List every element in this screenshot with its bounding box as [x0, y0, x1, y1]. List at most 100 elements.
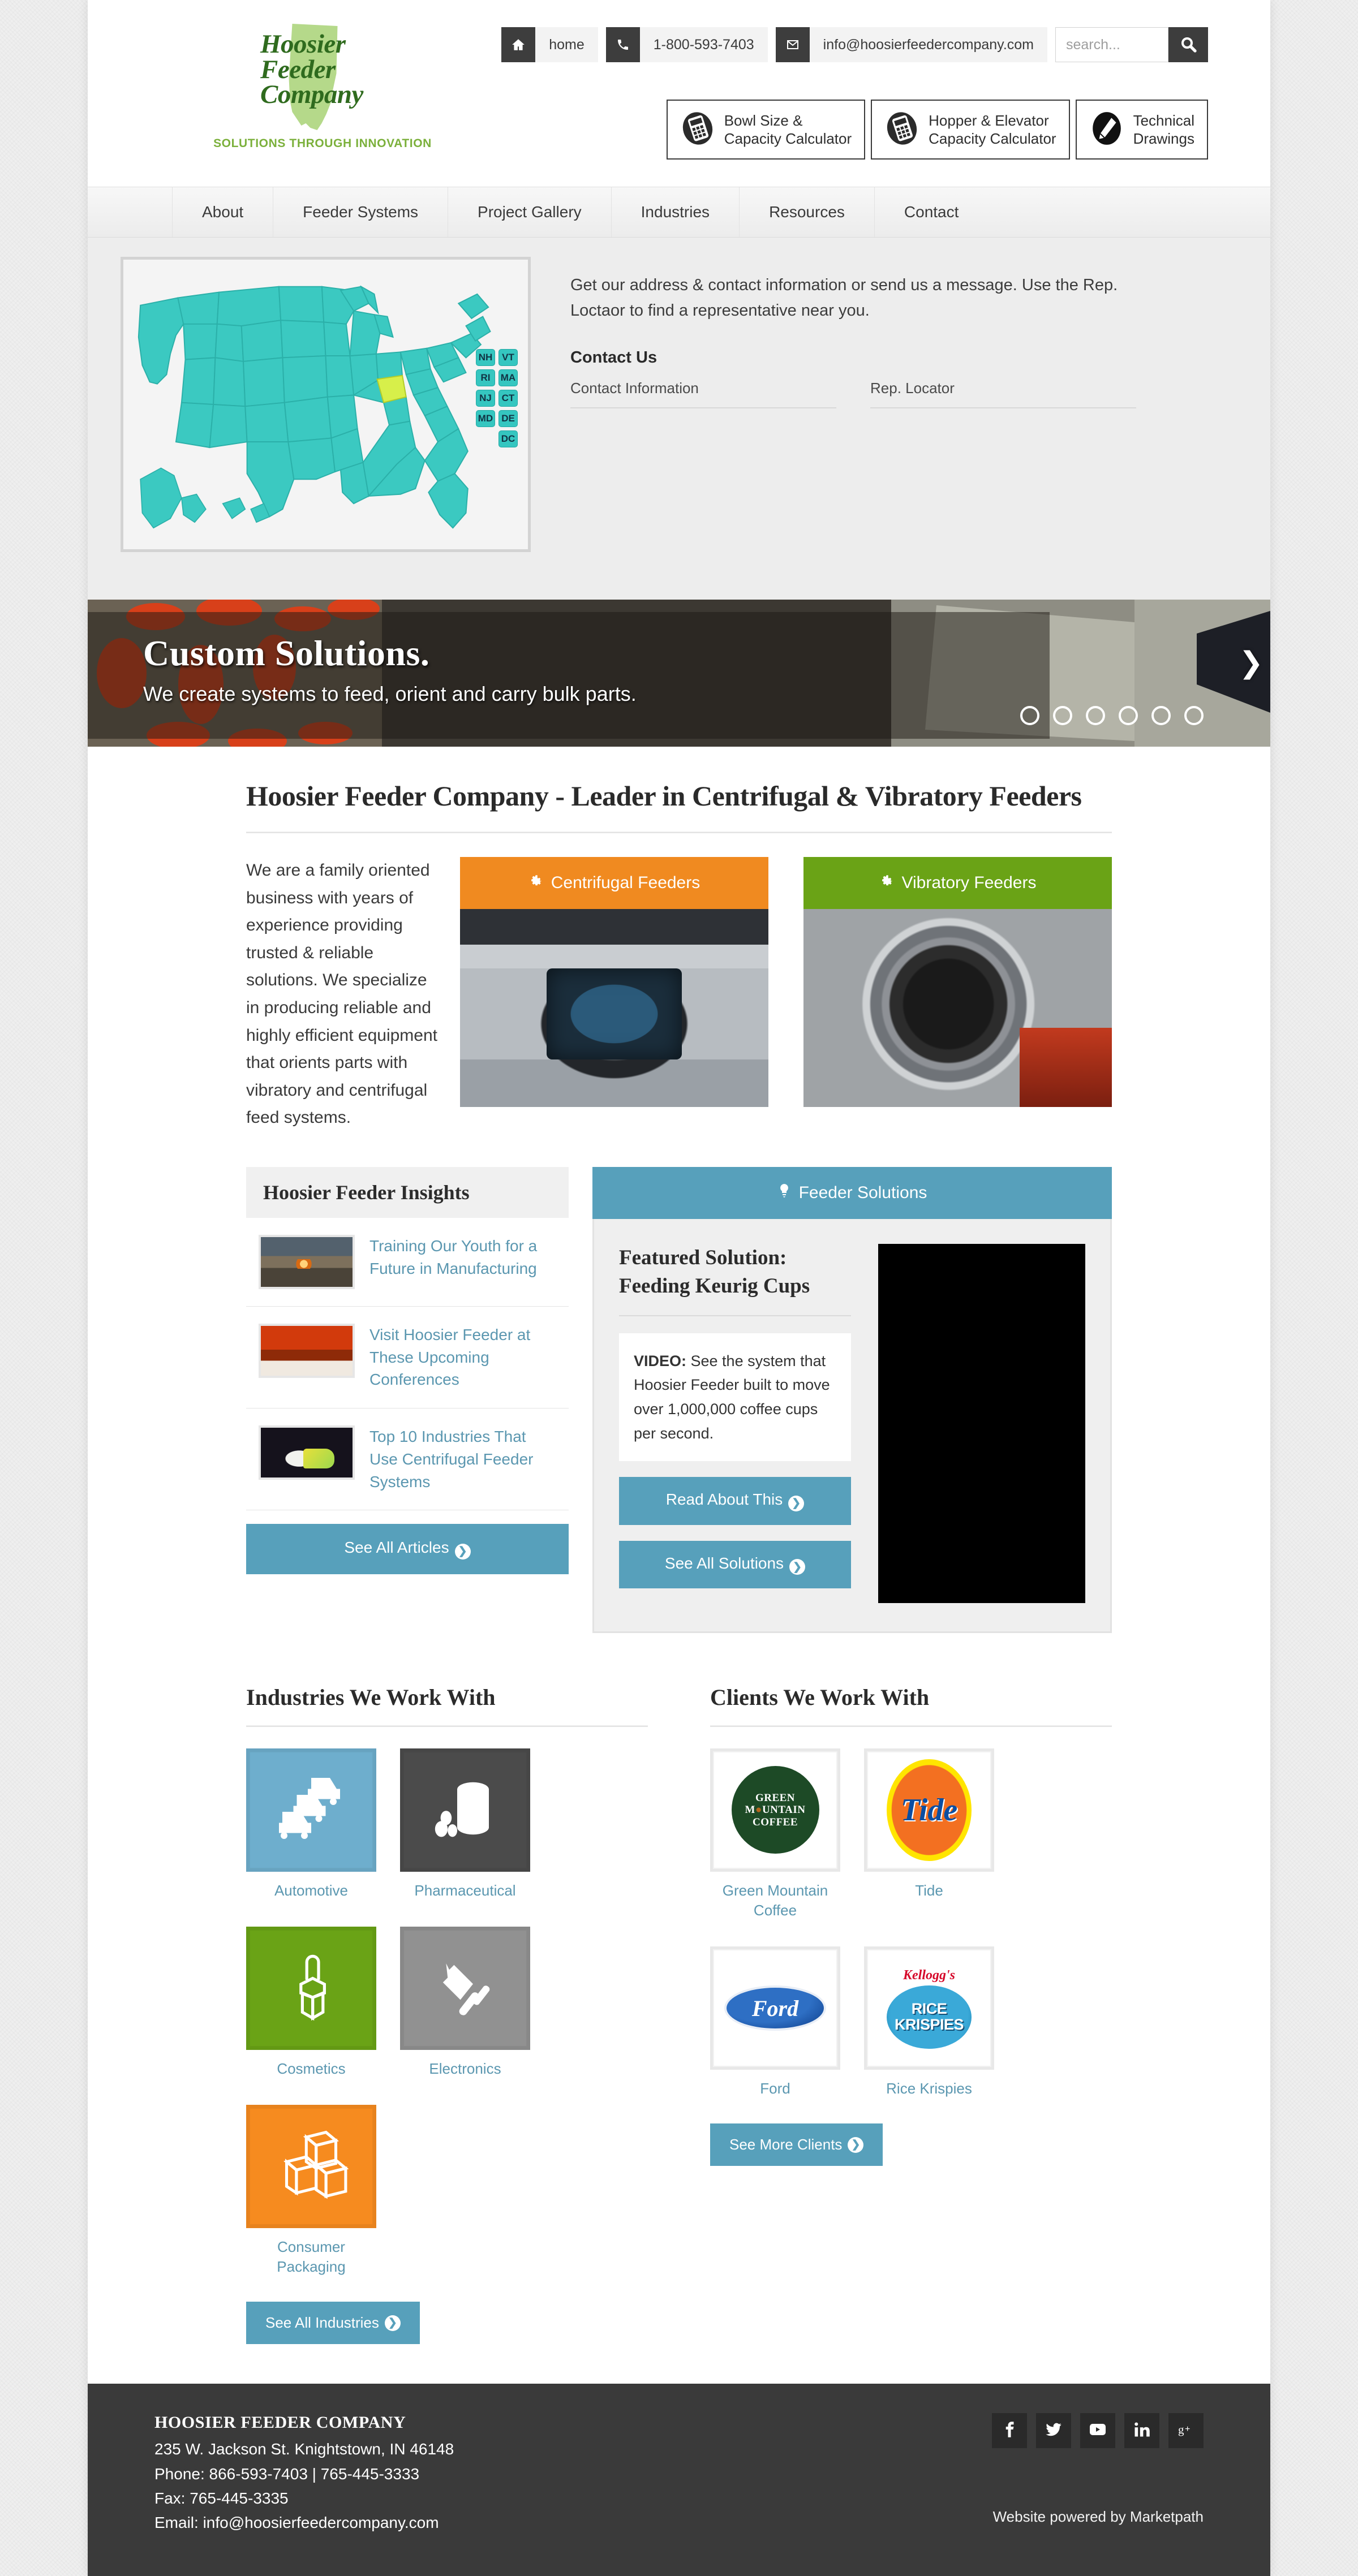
- industries-section: Industries We Work With Automotive Pharm…: [246, 1684, 648, 2345]
- solution-video-note: VIDEO: See the system that Hoosier Feede…: [619, 1333, 851, 1462]
- industry-tile-box[interactable]: [400, 1927, 530, 2051]
- link-rep-locator[interactable]: Rep. Locator: [870, 380, 1136, 408]
- clients-divider: [710, 1725, 1112, 1727]
- googleplus-link[interactable]: g +: [1168, 2413, 1204, 2449]
- svg-text:+: +: [1185, 2424, 1190, 2434]
- nav-item-project-gallery[interactable]: Project Gallery: [448, 187, 612, 237]
- chip-de[interactable]: DE: [498, 410, 518, 427]
- chip-ri[interactable]: RI: [476, 369, 495, 386]
- email-link[interactable]: info@hoosierfeedercompany.com: [775, 27, 1047, 62]
- chip-md[interactable]: MD: [476, 410, 495, 427]
- solutions-header[interactable]: Feeder Solutions: [592, 1166, 1112, 1219]
- client-tile-box[interactable]: Ford: [710, 1946, 840, 2070]
- list-item[interactable]: Training Our Youth for a Future in Manuf…: [246, 1218, 569, 1307]
- client-label[interactable]: Ford: [710, 2079, 840, 2099]
- chevron-right-icon: ❯: [848, 2136, 864, 2153]
- card-vibratory-header[interactable]: Vibratory Feeders: [803, 857, 1112, 909]
- carousel-dots: [1020, 706, 1204, 725]
- youtube-link[interactable]: [1080, 2413, 1115, 2449]
- client-tile-box[interactable]: GREEN M●UNTAIN COFFEE: [710, 1748, 840, 1872]
- carousel-dot-1[interactable]: [1020, 706, 1039, 725]
- us-map[interactable]: NH RI NJ MD VT MA CT DE DC: [128, 264, 523, 545]
- industry-tile-box[interactable]: [246, 1927, 376, 2051]
- chip-vt[interactable]: VT: [498, 349, 518, 366]
- industry-tile-box[interactable]: [400, 1748, 530, 1872]
- facebook-link[interactable]: [992, 2413, 1027, 2449]
- see-all-industries-button[interactable]: See All Industries ❯: [246, 2302, 420, 2345]
- twitter-link[interactable]: [1036, 2413, 1071, 2449]
- industry-tile-consumer-packaging[interactable]: Consumer Packaging: [246, 2105, 376, 2277]
- solutions-header-label: Feeder Solutions: [798, 1183, 927, 1202]
- carousel-dot-6[interactable]: [1184, 706, 1204, 725]
- client-tile-green-mountain-coffee[interactable]: GREEN M●UNTAIN COFFEE Green Mountain Coffe…: [710, 1748, 840, 1920]
- industry-tile-box[interactable]: [246, 2105, 376, 2229]
- client-tile-tide[interactable]: Tide Tide: [864, 1748, 994, 1920]
- industry-label[interactable]: Automotive: [246, 1881, 376, 1901]
- industry-label[interactable]: Cosmetics: [246, 2059, 376, 2079]
- carousel-dot-3[interactable]: [1086, 706, 1105, 725]
- read-about-this-button[interactable]: Read About This ❯: [619, 1477, 851, 1525]
- industry-tile-pharmaceutical[interactable]: Pharmaceutical: [400, 1748, 530, 1901]
- list-item[interactable]: Top 10 Industries That Use Centrifugal F…: [246, 1408, 569, 1511]
- client-tile-ford[interactable]: Ford Ford: [710, 1946, 840, 2099]
- clients-grid: GREEN M●UNTAIN COFFEE Green Mountain Coffe…: [710, 1748, 1112, 2099]
- nav-item-feeder-systems[interactable]: Feeder Systems: [273, 187, 449, 237]
- client-tile-rice-krispies[interactable]: Kellogg's RICE KRISPIES Rice Krispies: [864, 1946, 994, 2099]
- chip-nh[interactable]: NH: [476, 349, 495, 366]
- chip-ct[interactable]: CT: [498, 390, 518, 407]
- chip-dc[interactable]: DC: [498, 430, 518, 447]
- client-label[interactable]: Green Mountain Coffee: [710, 1881, 840, 1920]
- nav-item-resources[interactable]: Resources: [740, 187, 875, 237]
- see-all-articles-button[interactable]: See All Articles ❯: [246, 1524, 569, 1574]
- solution-video-player[interactable]: [878, 1243, 1085, 1603]
- rep-locator-map-card[interactable]: NH RI NJ MD VT MA CT DE DC: [121, 257, 531, 552]
- nav-item-industries[interactable]: Industries: [612, 187, 740, 237]
- insights-panel: Hoosier Feeder Insights Training Our You…: [246, 1166, 569, 1633]
- home-link[interactable]: home: [501, 27, 598, 62]
- nav-item-about[interactable]: About: [173, 187, 274, 237]
- card-centrifugal-feeders[interactable]: Centrifugal Feeders: [460, 857, 768, 1132]
- industry-tile-cosmetics[interactable]: Cosmetics: [246, 1927, 376, 2079]
- client-label[interactable]: Rice Krispies: [864, 2079, 994, 2099]
- site-logo[interactable]: Hoosier Feeder Company SOLUTIONS THROUGH…: [204, 21, 441, 150]
- see-all-solutions-button[interactable]: See All Solutions ❯: [619, 1540, 851, 1589]
- nav-item-contact[interactable]: Contact: [875, 187, 989, 237]
- industry-tile-box[interactable]: [246, 1748, 376, 1872]
- linkedin-link[interactable]: [1124, 2413, 1159, 2449]
- client-label[interactable]: Tide: [864, 1881, 994, 1901]
- carousel-dot-4[interactable]: [1119, 706, 1138, 725]
- card-centrifugal-header[interactable]: Centrifugal Feeders: [460, 857, 768, 909]
- footer-contact: HOOSIER FEEDER COMPANY 235 W. Jackson St…: [154, 2413, 454, 2535]
- solution-title-line2: Feeding Keurig Cups: [619, 1274, 810, 1298]
- industry-label[interactable]: Consumer Packaging: [246, 2237, 376, 2277]
- industry-label[interactable]: Electronics: [400, 2059, 530, 2079]
- tool-technical-drawings[interactable]: Technical Drawings: [1075, 100, 1208, 160]
- link-contact-information[interactable]: Contact Information: [570, 380, 836, 408]
- nav-spacer: [88, 187, 173, 237]
- client-tile-box[interactable]: Kellogg's RICE KRISPIES: [864, 1946, 994, 2070]
- industry-label[interactable]: Pharmaceutical: [400, 1881, 530, 1901]
- carousel-dot-5[interactable]: [1151, 706, 1171, 725]
- logo-line-1: Hoosier: [260, 29, 346, 59]
- article-title[interactable]: Training Our Youth for a Future in Manuf…: [369, 1235, 556, 1289]
- card-vibratory-feeders[interactable]: Vibratory Feeders: [803, 857, 1112, 1132]
- chip-nj[interactable]: NJ: [476, 390, 495, 407]
- carousel-next-arrow-icon[interactable]: ❯: [1239, 646, 1264, 680]
- chip-ma[interactable]: MA: [498, 369, 518, 386]
- article-title[interactable]: Visit Hoosier Feeder at These Upcoming C…: [369, 1324, 556, 1391]
- article-title[interactable]: Top 10 Industries That Use Centrifugal F…: [369, 1425, 556, 1493]
- see-more-clients-button[interactable]: See More Clients ❯: [710, 2123, 883, 2166]
- industry-tile-electronics[interactable]: Electronics: [400, 1927, 530, 2079]
- solution-divider: [619, 1315, 851, 1316]
- tool-bowl-size-calculator[interactable]: Bowl Size & Capacity Calculator: [666, 100, 866, 160]
- carousel-dot-2[interactable]: [1053, 706, 1072, 725]
- client-tile-box[interactable]: Tide: [864, 1748, 994, 1872]
- search-button[interactable]: [1168, 27, 1208, 62]
- search-input[interactable]: [1055, 27, 1168, 62]
- industry-tile-automotive[interactable]: Automotive: [246, 1748, 376, 1901]
- tool-hopper-elevator-calculator[interactable]: Hopper & Elevator Capacity Calculator: [871, 100, 1070, 160]
- linkedin-icon: [1133, 2421, 1150, 2441]
- list-item[interactable]: Visit Hoosier Feeder at These Upcoming C…: [246, 1307, 569, 1409]
- logo-wordmark: Hoosier Feeder Company: [238, 29, 407, 108]
- phone-link[interactable]: 1-800-593-7403: [605, 27, 768, 62]
